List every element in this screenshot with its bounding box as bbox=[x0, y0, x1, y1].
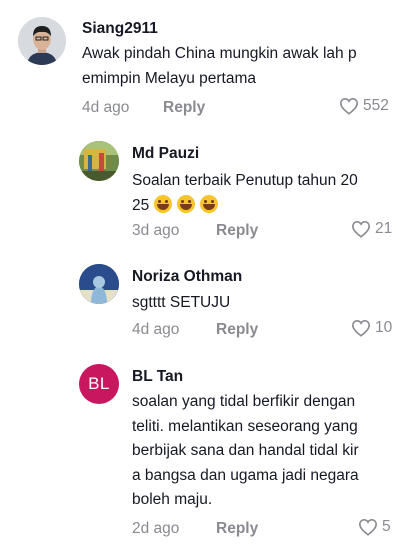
avatar-initials: BL bbox=[88, 374, 110, 393]
user-photo-icon bbox=[79, 141, 119, 181]
reply-button[interactable]: Reply bbox=[216, 520, 258, 538]
comment-reply-item: Noriza Othman sgtttt SETUJU 4d ago Reply… bbox=[0, 250, 402, 350]
like-button[interactable]: 21 bbox=[351, 220, 392, 238]
like-count: 10 bbox=[375, 319, 393, 336]
comment-timestamp: 4d ago bbox=[132, 321, 180, 338]
avatar[interactable] bbox=[79, 141, 119, 181]
like-count: 5 bbox=[382, 518, 391, 535]
comment-username[interactable]: Noriza Othman bbox=[132, 268, 242, 286]
avatar[interactable]: BL bbox=[79, 364, 119, 404]
comment-item: Siang2911 Awak pindah China mungkin awak… bbox=[0, 0, 402, 130]
heart-icon bbox=[358, 518, 378, 536]
user-photo-icon bbox=[18, 17, 66, 65]
like-button[interactable]: 5 bbox=[358, 518, 391, 536]
comment-text: sgtttt SETUJU bbox=[132, 294, 231, 311]
heart-icon bbox=[339, 97, 359, 115]
like-count: 21 bbox=[375, 220, 393, 237]
user-photo-icon bbox=[79, 264, 119, 304]
grinning-sweat-emoji-icon bbox=[177, 194, 196, 213]
comment-timestamp: 2d ago bbox=[132, 520, 180, 537]
comment-timestamp: 3d ago bbox=[132, 222, 180, 239]
grinning-sweat-emoji-icon bbox=[200, 194, 219, 213]
comment-text: Soalan terbaik Penutup tahun 20 25 bbox=[132, 172, 358, 214]
like-count: 552 bbox=[363, 97, 389, 114]
grinning-sweat-emoji-icon bbox=[154, 194, 173, 213]
like-button[interactable]: 10 bbox=[351, 319, 392, 337]
comment-reply-item: BL BL Tan soalan yang tidal berfikir den… bbox=[0, 350, 402, 547]
like-button[interactable]: 552 bbox=[339, 97, 389, 115]
comment-username[interactable]: BL Tan bbox=[132, 368, 183, 386]
reply-button[interactable]: Reply bbox=[163, 99, 205, 117]
reply-button[interactable]: Reply bbox=[216, 222, 258, 240]
comment-text: Awak pindah China mungkin awak lah p emi… bbox=[82, 45, 357, 87]
avatar[interactable] bbox=[18, 17, 66, 65]
heart-icon bbox=[351, 220, 371, 238]
comment-username[interactable]: Md Pauzi bbox=[132, 145, 199, 163]
comment-reply-item: Md Pauzi Soalan terbaik Penutup tahun 20… bbox=[0, 130, 402, 250]
avatar[interactable] bbox=[79, 264, 119, 304]
comment-text: soalan yang tidal berfikir dengan teliti… bbox=[132, 393, 359, 508]
comment-timestamp: 4d ago bbox=[82, 99, 130, 116]
heart-icon bbox=[351, 319, 371, 337]
comment-username[interactable]: Siang2911 bbox=[82, 20, 158, 38]
reply-button[interactable]: Reply bbox=[216, 321, 258, 339]
